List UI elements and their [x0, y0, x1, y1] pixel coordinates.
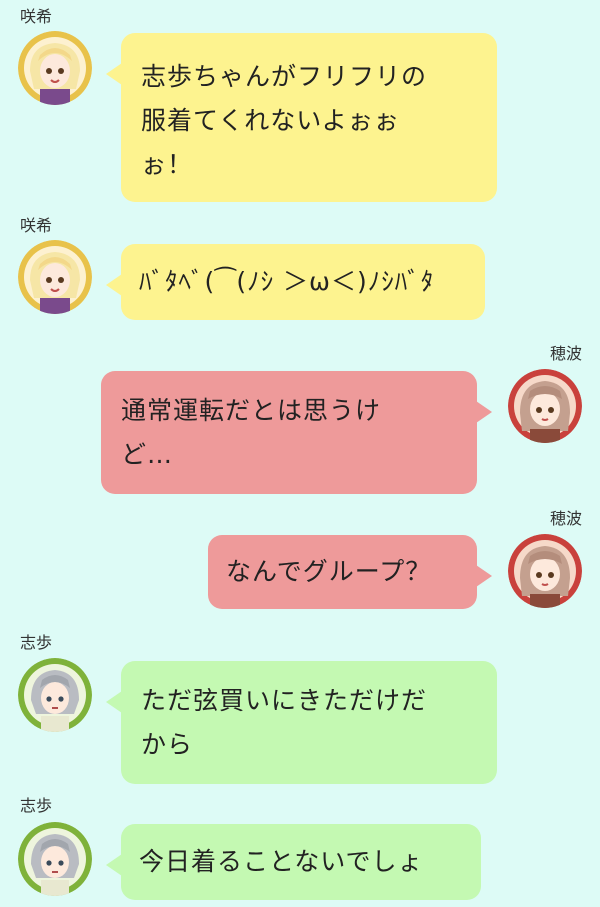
message-bubble[interactable]: なんでグループ？	[208, 535, 492, 609]
sender-name: 咲希	[20, 216, 53, 235]
message-bubble[interactable]: ただ弦買いにきただけだ から	[106, 661, 497, 784]
sender-name: 志歩	[20, 796, 53, 815]
shiho-avatar-icon[interactable]	[18, 658, 92, 732]
shiho-avatar-icon[interactable]	[18, 822, 92, 896]
sender-name: 穂波	[549, 344, 582, 363]
sender-name: 咲希	[20, 7, 53, 26]
honami-avatar-icon[interactable]	[508, 534, 582, 608]
message-bubble[interactable]: ﾊﾞﾀﾍﾞ(⁀(ﾉｼ ＞ω＜)ﾉｼﾊﾞﾀ	[106, 244, 485, 320]
message-bubble[interactable]: 今日着ることないでしょ	[106, 824, 481, 900]
saki-avatar-icon[interactable]	[18, 240, 92, 314]
honami-avatar-icon[interactable]	[508, 369, 582, 443]
sender-name: 志歩	[20, 633, 53, 652]
saki-avatar-icon[interactable]	[18, 31, 92, 105]
message-bubble[interactable]: 志歩ちゃんがフリフリの 服着てくれないよぉぉ ぉ！	[106, 33, 497, 202]
message-bubble[interactable]: 通常運転だとは思うけ ど…	[101, 371, 492, 494]
sender-name: 穂波	[549, 509, 582, 528]
chat-log: 咲希 志歩ちゃんがフリフリの 服着てくれないよぉぉ ぉ！ 咲希 ﾊﾞﾀﾍﾞ(⁀(…	[0, 0, 600, 907]
